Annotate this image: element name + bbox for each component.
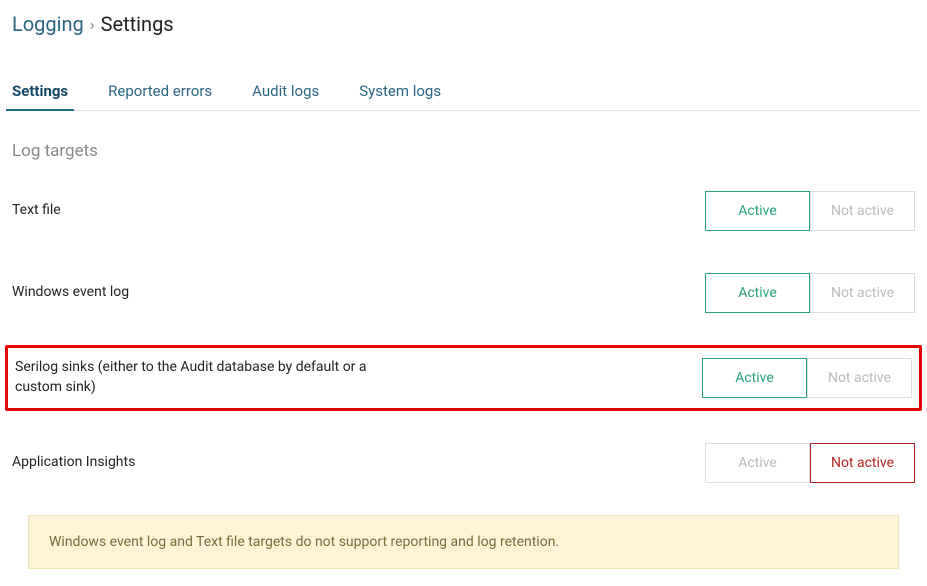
target-row-windows-event-log: Windows event log Active Not active (8, 263, 919, 323)
tab-audit-logs[interactable]: Audit logs (252, 76, 319, 110)
breadcrumb-parent-link[interactable]: Logging (12, 12, 84, 36)
active-button[interactable]: Active (705, 191, 810, 231)
toggle-group: Active Not active (705, 443, 915, 483)
tab-settings[interactable]: Settings (12, 76, 68, 110)
toggle-group: Active Not active (702, 358, 912, 398)
tab-system-logs[interactable]: System logs (359, 76, 441, 110)
not-active-button[interactable]: Not active (810, 273, 915, 313)
not-active-button[interactable]: Not active (810, 443, 915, 483)
chevron-right-icon: › (90, 15, 95, 34)
active-button[interactable]: Active (702, 358, 807, 398)
section-title: Log targets (8, 141, 919, 161)
target-label: Text file (12, 201, 61, 221)
breadcrumb-current: Settings (101, 12, 174, 36)
tabs: Settings Reported errors Audit logs Syst… (8, 76, 919, 111)
target-row-application-insights: Application Insights Active Not active (8, 433, 919, 493)
tab-reported-errors[interactable]: Reported errors (108, 76, 212, 110)
target-row-text-file: Text file Active Not active (8, 181, 919, 241)
not-active-button[interactable]: Not active (810, 191, 915, 231)
not-active-button[interactable]: Not active (807, 358, 912, 398)
breadcrumb: Logging › Settings (8, 12, 919, 36)
target-label: Windows event log (12, 283, 129, 303)
target-row-serilog-sinks: Serilog sinks (either to the Audit datab… (5, 345, 922, 411)
target-label: Application Insights (12, 453, 135, 473)
target-label: Serilog sinks (either to the Audit datab… (15, 358, 395, 397)
active-button[interactable]: Active (705, 273, 810, 313)
toggle-group: Active Not active (705, 273, 915, 313)
active-button[interactable]: Active (705, 443, 810, 483)
warning-alert: Windows event log and Text file targets … (28, 515, 899, 569)
toggle-group: Active Not active (705, 191, 915, 231)
